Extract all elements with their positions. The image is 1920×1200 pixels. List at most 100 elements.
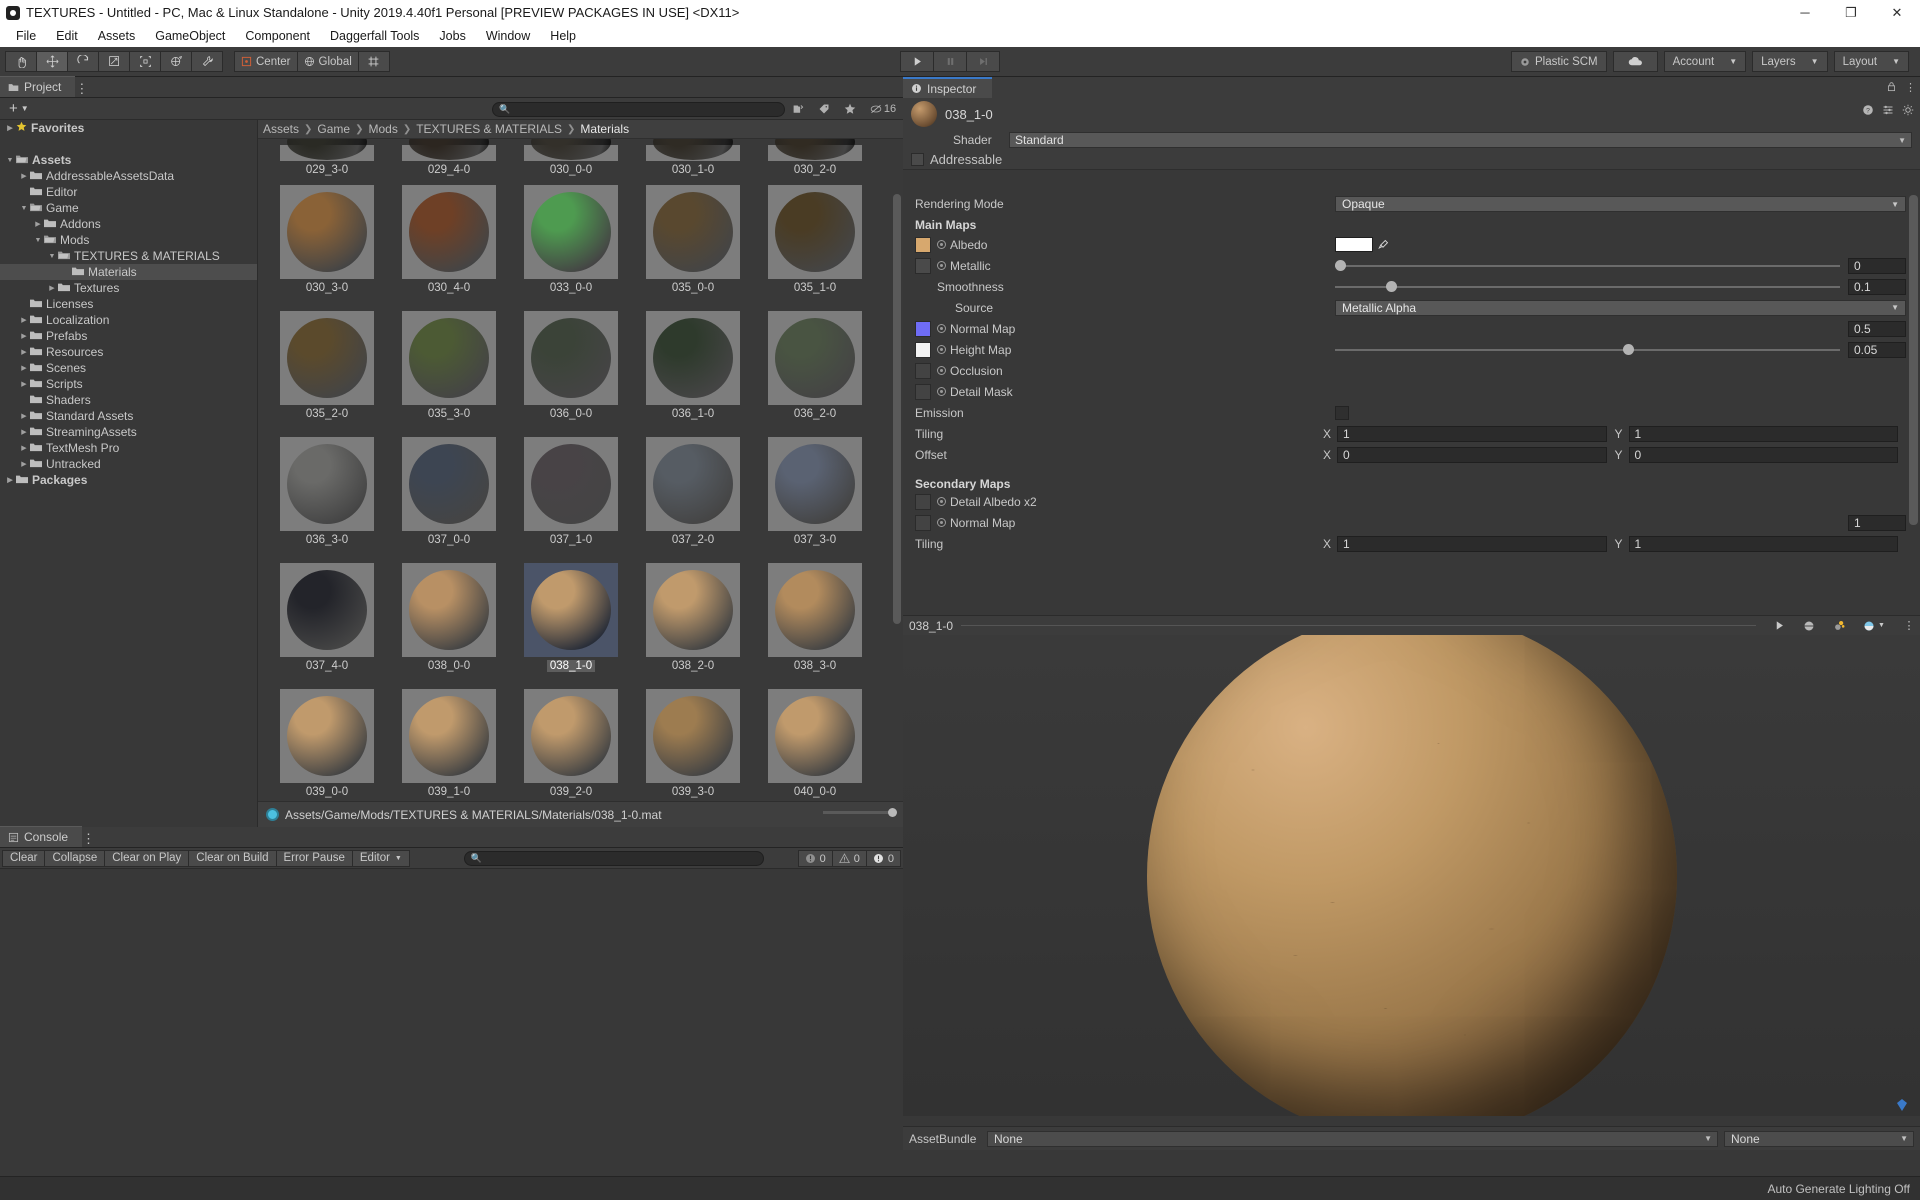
scale-tool-icon[interactable] [98, 51, 130, 72]
chevron-right-icon[interactable]: ▶ [18, 332, 30, 340]
tree-item-textmesh-pro[interactable]: ▶ TextMesh Pro [0, 440, 257, 456]
asset-grid-scroll[interactable]: 029_3-0 029_4-0 030_0-0 030_1-0 030_2-0 030_3… [258, 139, 903, 801]
asset-cell[interactable]: 038_2-0 [632, 557, 754, 683]
tree-item-scripts[interactable]: ▶ Scripts [0, 376, 257, 392]
asset-cell[interactable]: 037_2-0 [632, 431, 754, 557]
asset-cell[interactable]: 037_3-0 [754, 431, 876, 557]
menu-item-window[interactable]: Window [476, 25, 540, 47]
metallic-value[interactable]: 0 [1848, 257, 1906, 274]
project-menu-icon[interactable]: ⋮ [75, 81, 88, 97]
tree-item-standard-assets[interactable]: ▶ Standard Assets [0, 408, 257, 424]
detail-albedo-texture-slot[interactable] [915, 493, 931, 510]
asset-cell[interactable]: 039_0-0 [266, 683, 388, 801]
asset-cell[interactable]: 029_4-0 [388, 139, 510, 179]
tree-item-localization[interactable]: ▶ Localization [0, 312, 257, 328]
metallic-slider[interactable] [1335, 259, 1840, 273]
occlusion-select-icon[interactable] [937, 366, 946, 375]
account-button[interactable]: Account ▼ [1663, 51, 1747, 72]
layers-button[interactable]: Layers ▼ [1752, 51, 1828, 72]
source-dropdown[interactable]: Metallic Alpha ▼ [1335, 299, 1906, 316]
shader-dropdown[interactable]: Standard ▼ [1009, 132, 1912, 148]
project-folder-tree[interactable]: ▶ Favorites ▼ Assets ▶ AddressableAssetsData E… [0, 120, 258, 827]
chevron-right-icon[interactable]: ▶ [18, 412, 30, 420]
menu-item-assets[interactable]: Assets [88, 25, 146, 47]
asset-cell[interactable]: 037_1-0 [510, 431, 632, 557]
detail-mask-select-icon[interactable] [937, 387, 946, 396]
console-message-list[interactable] [0, 869, 903, 1176]
smoothness-slider[interactable] [1335, 280, 1840, 294]
search-by-label-icon[interactable] [811, 98, 837, 120]
breadcrumb-item-assets[interactable]: Assets [263, 122, 299, 136]
cloud-button[interactable] [1612, 51, 1658, 72]
asset-cell[interactable]: 030_4-0 [388, 179, 510, 305]
grid-snap-icon[interactable] [357, 51, 390, 72]
help-icon[interactable]: ? [1862, 104, 1874, 119]
tree-item-materials[interactable]: Materials [0, 264, 257, 280]
chevron-down-icon[interactable]: ▼ [32, 237, 44, 244]
favorite-icon[interactable] [837, 98, 863, 120]
detail-albedo-select-icon[interactable] [937, 497, 946, 506]
asset-cell[interactable]: 040_0-0 [754, 683, 876, 801]
sphere-icon[interactable] [1798, 616, 1820, 636]
hand-tool-icon[interactable] [5, 51, 37, 72]
tab-console[interactable]: Console [0, 826, 83, 847]
tree-item-mods[interactable]: ▼ Mods [0, 232, 257, 248]
lock-icon[interactable] [1886, 81, 1897, 95]
secondary-tiling-x-field[interactable]: 1 [1337, 535, 1607, 552]
preset-icon[interactable] [1882, 104, 1894, 119]
asset-cell[interactable]: 029_3-0 [266, 139, 388, 179]
assetbundle-dropdown[interactable]: None ▼ [987, 1130, 1718, 1147]
asset-cell[interactable]: 039_2-0 [510, 683, 632, 801]
move-tool-icon[interactable] [36, 51, 68, 72]
maximize-button[interactable]: ❐ [1828, 0, 1874, 25]
tab-inspector[interactable]: Inspector [903, 77, 993, 98]
search-by-type-icon[interactable] [785, 98, 811, 120]
step-button[interactable] [966, 51, 1001, 72]
asset-cell[interactable]: 036_2-0 [754, 305, 876, 431]
chevron-right-icon[interactable]: ▶ [18, 428, 30, 436]
rect-tool-icon[interactable] [129, 51, 161, 72]
tree-item-textures-materials[interactable]: ▼ TEXTURES & MATERIALS [0, 248, 257, 264]
secondary-tiling-y-field[interactable]: 1 [1628, 535, 1898, 552]
menu-item-gameobject[interactable]: GameObject [145, 25, 235, 47]
tree-item-prefabs[interactable]: ▶ Prefabs [0, 328, 257, 344]
chevron-right-icon[interactable]: ▶ [18, 364, 30, 372]
eyedropper-icon[interactable] [1373, 237, 1393, 252]
tree-item-favorites[interactable]: ▶ Favorites [0, 120, 257, 136]
menu-item-component[interactable]: Component [235, 25, 320, 47]
normal-map-select-icon[interactable] [937, 324, 946, 333]
play-icon[interactable] [1768, 616, 1790, 636]
asset-cell[interactable]: 037_4-0 [266, 557, 388, 683]
asset-cell[interactable]: 037_0-0 [388, 431, 510, 557]
menu-item-edit[interactable]: Edit [46, 25, 88, 47]
asset-cell[interactable]: 035_1-0 [754, 179, 876, 305]
pause-button[interactable] [933, 51, 968, 72]
tab-project[interactable]: Project [0, 76, 76, 97]
addressable-checkbox[interactable] [911, 153, 924, 166]
asset-cell[interactable]: 038_1-0 [510, 557, 632, 683]
material-preview[interactable] [903, 635, 1920, 1116]
breadcrumb-item-mods[interactable]: Mods [368, 122, 397, 136]
console-search-input[interactable]: 🔍 [463, 850, 764, 866]
detail-mask-texture-slot[interactable] [915, 383, 931, 400]
height-map-texture-slot[interactable] [915, 341, 931, 358]
normal-map-texture-slot[interactable] [915, 320, 931, 337]
pivot-rotation-button[interactable]: Global [296, 51, 359, 72]
tree-item-packages[interactable]: ▶ Packages [0, 472, 257, 488]
asset-cell[interactable]: 036_1-0 [632, 305, 754, 431]
asset-cell[interactable]: 036_3-0 [266, 431, 388, 557]
rendering-mode-dropdown[interactable]: Opaque ▼ [1335, 196, 1906, 212]
height-map-select-icon[interactable] [937, 345, 946, 354]
environment-icon[interactable]: ▼ [1858, 616, 1890, 636]
pivot-mode-button[interactable]: Center [234, 51, 298, 72]
play-button[interactable] [900, 51, 935, 72]
rotate-tool-icon[interactable] [67, 51, 99, 72]
breadcrumb-item-game[interactable]: Game [317, 122, 350, 136]
tree-item-game[interactable]: ▼ Game [0, 200, 257, 216]
smoothness-value[interactable]: 0.1 [1848, 278, 1906, 295]
create-asset-button[interactable]: + ▼ [4, 100, 34, 117]
warning-count[interactable]: 0 [831, 850, 867, 867]
menu-item-help[interactable]: Help [540, 25, 586, 47]
transform-tool-icon[interactable] [160, 51, 192, 72]
occlusion-texture-slot[interactable] [915, 362, 931, 379]
